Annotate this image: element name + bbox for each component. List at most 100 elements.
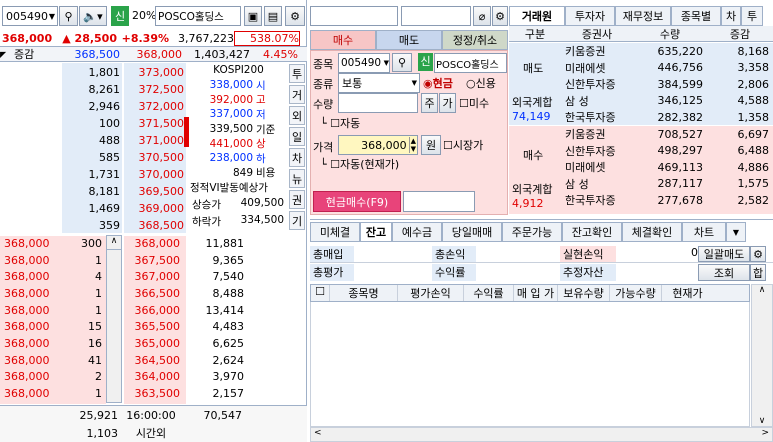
- side-tab[interactable]: 거: [289, 85, 305, 104]
- h-scrollbar[interactable]: < >: [310, 427, 773, 442]
- bid-row[interactable]: 368,000 16 365,000 6,625: [0, 335, 290, 352]
- account-select[interactable]: [310, 6, 398, 26]
- side-tab[interactable]: 차: [289, 148, 305, 167]
- ask-price: 372,000: [138, 100, 185, 113]
- ask-row[interactable]: 1,469 369,000: [0, 200, 186, 217]
- broker-tab[interactable]: 투자자: [565, 6, 615, 26]
- ask-row[interactable]: 2,946 372,000: [0, 98, 186, 115]
- side-tab[interactable]: 권: [289, 190, 305, 209]
- gear-icon[interactable]: ⚙: [492, 6, 508, 26]
- misu-checkbox[interactable]: ☐미수: [459, 95, 489, 111]
- ask-row[interactable]: 1,801 373,000: [0, 64, 186, 81]
- account-tab[interactable]: 미체결: [310, 222, 360, 242]
- query-button[interactable]: 조회: [698, 264, 750, 281]
- account-tab[interactable]: 잔고: [360, 222, 392, 242]
- eraser-icon[interactable]: ⌀: [473, 6, 491, 26]
- side-tab[interactable]: 기: [289, 211, 305, 230]
- gear-icon[interactable]: ⚙: [285, 6, 305, 26]
- password-input[interactable]: [401, 6, 471, 26]
- side-tab[interactable]: 일: [289, 127, 305, 146]
- broker-tab[interactable]: 재무정보: [615, 6, 671, 26]
- broker-name: 삼 성: [565, 94, 589, 108]
- pct-toggle[interactable]: 20%: [132, 9, 156, 22]
- quantity-input[interactable]: [338, 93, 418, 113]
- price-input[interactable]: 368,000 ▲ ▼: [338, 135, 418, 155]
- broker-tab[interactable]: 투: [741, 6, 763, 26]
- ask-total: 25,921: [79, 408, 119, 422]
- order-type-select[interactable]: 보통 ▼: [338, 73, 420, 93]
- ask-row[interactable]: 100 371,500: [0, 115, 186, 132]
- layout-icon[interactable]: ▣: [244, 6, 262, 26]
- bid-price: 364,500: [134, 353, 181, 367]
- broker-tab[interactable]: 차: [721, 6, 741, 26]
- account-tab[interactable]: 차트: [682, 222, 726, 242]
- broker-tab[interactable]: 종목별: [671, 6, 721, 26]
- gear-icon[interactable]: ⚙: [750, 246, 766, 262]
- account-tab[interactable]: 체결확인: [622, 222, 682, 242]
- bid-row[interactable]: 368,000 1 366,000 13,414: [0, 302, 290, 319]
- holdings-scrollbar[interactable]: ∧ ∨: [751, 284, 773, 427]
- est-asset-value: [616, 264, 698, 281]
- ask-row[interactable]: 1,731 370,000: [0, 166, 186, 183]
- chevron-down-icon[interactable]: ∨: [752, 416, 772, 426]
- ask-row[interactable]: 359 368,500: [0, 217, 186, 234]
- account-tab[interactable]: 예수금: [392, 222, 442, 242]
- book-scrollbar[interactable]: ∧: [106, 235, 122, 403]
- spinner-icon[interactable]: ▲ ▼: [408, 137, 417, 153]
- bid-row[interactable]: 368,000 1 363,500 2,157: [0, 385, 290, 402]
- bulk-sell-button[interactable]: 일괄매도: [698, 246, 750, 262]
- side-tab[interactable]: 뉴: [289, 169, 305, 188]
- side-tab[interactable]: 투: [289, 64, 305, 83]
- auto-qty-checkbox[interactable]: └ ☐자동: [320, 115, 360, 131]
- select-all-checkbox[interactable]: ☐: [311, 285, 329, 301]
- book-footer: 25,921 16:00:00 70,547 1,103 시간외: [0, 405, 307, 442]
- est-asset-label: 추정자산: [560, 264, 616, 281]
- holdings-col: 수익률: [463, 285, 513, 301]
- tab-modify[interactable]: 정정/취소: [442, 30, 508, 50]
- bid-row[interactable]: 368,000 15 365,500 4,483: [0, 318, 290, 335]
- side-tab[interactable]: 외: [289, 106, 305, 125]
- cash-radio[interactable]: ◉현금: [423, 75, 453, 91]
- tab-sell[interactable]: 매도: [376, 30, 442, 50]
- bid-row[interactable]: 368,000 2 364,000 3,970: [0, 369, 290, 386]
- credit-radio[interactable]: ○신용: [466, 75, 496, 91]
- search-icon[interactable]: ⚲: [392, 53, 412, 72]
- bid-row[interactable]: 368,000 1 366,500 8,488: [0, 285, 290, 302]
- sum-button[interactable]: 합: [750, 264, 766, 281]
- qty-shares-button[interactable]: 주: [421, 93, 438, 113]
- bid-volume: 13,414: [205, 303, 245, 317]
- info-label: 하: [256, 152, 266, 165]
- sheet-icon[interactable]: ▤: [264, 6, 282, 26]
- qty-amount-button[interactable]: 가: [439, 93, 456, 113]
- speaker-icon[interactable]: 🔈▾: [79, 6, 107, 26]
- bid-row[interactable]: 368,000 1 367,500 9,365: [0, 252, 290, 269]
- broker-name: 신한투자증: [565, 78, 616, 92]
- ask-row[interactable]: 8,261 372,500: [0, 81, 186, 98]
- ask-row[interactable]: 8,181 369,500: [0, 183, 186, 200]
- bid-row[interactable]: 368,000 41 364,500 2,624: [0, 352, 290, 369]
- account-tab[interactable]: 잔고확인: [562, 222, 622, 242]
- broker-tab[interactable]: 거래원: [509, 6, 565, 26]
- ask-row[interactable]: 488 371,000: [0, 132, 186, 149]
- chevron-up-icon[interactable]: ∧: [107, 236, 121, 250]
- chevron-right-icon[interactable]: >: [761, 428, 769, 441]
- auto-price-checkbox[interactable]: └ ☐자동(현재가): [320, 156, 399, 172]
- chevron-down-icon[interactable]: ▼: [726, 222, 746, 242]
- chevron-left-icon[interactable]: <: [314, 428, 322, 441]
- bid-row[interactable]: 368,000 4 367,000 7,540: [0, 268, 290, 285]
- bid-row[interactable]: 368,000 300 368,000 11,881: [0, 235, 290, 252]
- tab-buy[interactable]: 매수: [310, 30, 376, 50]
- order-memo-field[interactable]: [403, 191, 475, 212]
- ask-row[interactable]: 585 370,500: [0, 149, 186, 166]
- holdings-table: [310, 302, 750, 427]
- market-price-checkbox[interactable]: ☐시장가: [443, 137, 483, 153]
- account-tab[interactable]: 당일매매: [442, 222, 502, 242]
- chevron-up-icon[interactable]: ∧: [752, 285, 772, 300]
- account-tab[interactable]: 주문가능: [502, 222, 562, 242]
- cash-buy-button[interactable]: 현금매수(F9): [313, 191, 401, 212]
- won-button[interactable]: 원: [421, 135, 441, 155]
- stock-code-input[interactable]: 005490 ▼: [2, 6, 58, 26]
- search-icon[interactable]: ⚲: [59, 6, 78, 26]
- order-code-input[interactable]: 005490 ▼: [338, 53, 390, 73]
- bid-order-price: 368,000: [4, 270, 50, 284]
